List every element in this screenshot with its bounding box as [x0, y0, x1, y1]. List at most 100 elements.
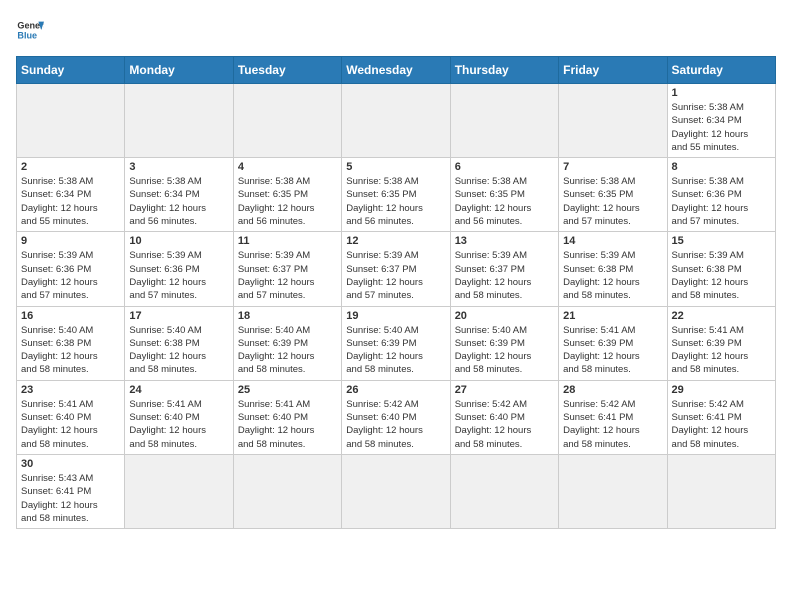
day-info: Sunrise: 5:41 AM Sunset: 6:39 PM Dayligh…: [672, 324, 771, 377]
calendar-cell: [125, 454, 233, 528]
calendar-week-row: 16 Sunrise: 5:40 AM Sunset: 6:38 PM Dayli…: [17, 306, 776, 380]
calendar-cell: 3 Sunrise: 5:38 AM Sunset: 6:34 PM Daylig…: [125, 158, 233, 232]
calendar-cell: [559, 454, 667, 528]
calendar-cell: 6 Sunrise: 5:38 AM Sunset: 6:35 PM Daylig…: [450, 158, 558, 232]
calendar-cell: 2 Sunrise: 5:38 AM Sunset: 6:34 PM Daylig…: [17, 158, 125, 232]
calendar-cell: 24 Sunrise: 5:41 AM Sunset: 6:40 PM Dayli…: [125, 380, 233, 454]
day-info: Sunrise: 5:40 AM Sunset: 6:38 PM Dayligh…: [21, 324, 120, 377]
calendar-cell: 30 Sunrise: 5:43 AM Sunset: 6:41 PM Dayli…: [17, 454, 125, 528]
calendar-cell: 28Sunrise: 5:42 AM Sunset: 6:41 PM Dayli…: [559, 380, 667, 454]
day-number: 6: [455, 161, 554, 173]
calendar-cell: 26 Sunrise: 5:42 AM Sunset: 6:40 PM Dayli…: [342, 380, 450, 454]
calendar-cell: 17 Sunrise: 5:40 AM Sunset: 6:38 PM Dayli…: [125, 306, 233, 380]
day-info: Sunrise: 5:39 AM Sunset: 6:38 PM Dayligh…: [563, 249, 662, 302]
day-info: Sunrise: 5:42 AM Sunset: 6:40 PM Dayligh…: [455, 398, 554, 451]
day-info: Sunrise: 5:38 AM Sunset: 6:34 PM Dayligh…: [21, 175, 120, 228]
calendar-cell: [559, 84, 667, 158]
day-info: Sunrise: 5:39 AM Sunset: 6:36 PM Dayligh…: [21, 249, 120, 302]
day-info: Sunrise: 5:39 AM Sunset: 6:38 PM Dayligh…: [672, 249, 771, 302]
calendar-cell: [17, 84, 125, 158]
calendar-cell: 21Sunrise: 5:41 AM Sunset: 6:39 PM Dayli…: [559, 306, 667, 380]
day-info: Sunrise: 5:38 AM Sunset: 6:35 PM Dayligh…: [346, 175, 445, 228]
calendar-header-row: SundayMondayTuesdayWednesdayThursdayFrid…: [17, 57, 776, 84]
calendar-cell: [450, 84, 558, 158]
day-info: Sunrise: 5:41 AM Sunset: 6:39 PM Dayligh…: [563, 324, 662, 377]
day-number: 2: [21, 161, 120, 173]
day-info: Sunrise: 5:38 AM Sunset: 6:35 PM Dayligh…: [455, 175, 554, 228]
day-number: 18: [238, 310, 337, 322]
day-info: Sunrise: 5:38 AM Sunset: 6:34 PM Dayligh…: [129, 175, 228, 228]
day-number: 19: [346, 310, 445, 322]
day-number: 20: [455, 310, 554, 322]
day-info: Sunrise: 5:42 AM Sunset: 6:41 PM Dayligh…: [672, 398, 771, 451]
calendar-week-row: 30 Sunrise: 5:43 AM Sunset: 6:41 PM Dayli…: [17, 454, 776, 528]
day-info: Sunrise: 5:40 AM Sunset: 6:39 PM Dayligh…: [238, 324, 337, 377]
day-info: Sunrise: 5:41 AM Sunset: 6:40 PM Dayligh…: [129, 398, 228, 451]
day-info: Sunrise: 5:42 AM Sunset: 6:40 PM Dayligh…: [346, 398, 445, 451]
day-number: 17: [129, 310, 228, 322]
day-info: Sunrise: 5:39 AM Sunset: 6:37 PM Dayligh…: [455, 249, 554, 302]
svg-text:Blue: Blue: [17, 30, 37, 40]
calendar-cell: 19 Sunrise: 5:40 AM Sunset: 6:39 PM Dayli…: [342, 306, 450, 380]
calendar-week-row: 2 Sunrise: 5:38 AM Sunset: 6:34 PM Daylig…: [17, 158, 776, 232]
day-info: Sunrise: 5:43 AM Sunset: 6:41 PM Dayligh…: [21, 472, 120, 525]
calendar-cell: 4 Sunrise: 5:38 AM Sunset: 6:35 PM Daylig…: [233, 158, 341, 232]
calendar-cell: 14 Sunrise: 5:39 AM Sunset: 6:38 PM Dayli…: [559, 232, 667, 306]
calendar-cell: 9Sunrise: 5:39 AM Sunset: 6:36 PM Daylig…: [17, 232, 125, 306]
day-number: 28: [563, 384, 662, 396]
day-number: 16: [21, 310, 120, 322]
calendar-table: SundayMondayTuesdayWednesdayThursdayFrid…: [16, 56, 776, 529]
day-number: 10: [129, 235, 228, 247]
day-info: Sunrise: 5:39 AM Sunset: 6:36 PM Dayligh…: [129, 249, 228, 302]
calendar-cell: 15 Sunrise: 5:39 AM Sunset: 6:38 PM Dayli…: [667, 232, 775, 306]
column-header-thursday: Thursday: [450, 57, 558, 84]
page-header: General Blue: [16, 16, 776, 44]
calendar-cell: 16 Sunrise: 5:40 AM Sunset: 6:38 PM Dayli…: [17, 306, 125, 380]
calendar-cell: 22 Sunrise: 5:41 AM Sunset: 6:39 PM Dayli…: [667, 306, 775, 380]
day-number: 12: [346, 235, 445, 247]
day-number: 15: [672, 235, 771, 247]
day-number: 14: [563, 235, 662, 247]
column-header-wednesday: Wednesday: [342, 57, 450, 84]
day-number: 26: [346, 384, 445, 396]
day-info: Sunrise: 5:39 AM Sunset: 6:37 PM Dayligh…: [346, 249, 445, 302]
calendar-cell: [342, 84, 450, 158]
calendar-cell: [233, 454, 341, 528]
calendar-cell: 7Sunrise: 5:38 AM Sunset: 6:35 PM Daylig…: [559, 158, 667, 232]
day-number: 30: [21, 458, 120, 470]
calendar-cell: [450, 454, 558, 528]
day-number: 3: [129, 161, 228, 173]
column-header-monday: Monday: [125, 57, 233, 84]
column-header-tuesday: Tuesday: [233, 57, 341, 84]
day-info: Sunrise: 5:40 AM Sunset: 6:39 PM Dayligh…: [346, 324, 445, 377]
calendar-cell: 20 Sunrise: 5:40 AM Sunset: 6:39 PM Dayli…: [450, 306, 558, 380]
day-number: 5: [346, 161, 445, 173]
logo: General Blue: [16, 16, 44, 44]
column-header-sunday: Sunday: [17, 57, 125, 84]
day-info: Sunrise: 5:40 AM Sunset: 6:39 PM Dayligh…: [455, 324, 554, 377]
day-number: 22: [672, 310, 771, 322]
day-number: 4: [238, 161, 337, 173]
calendar-cell: 29 Sunrise: 5:42 AM Sunset: 6:41 PM Dayli…: [667, 380, 775, 454]
day-number: 1: [672, 87, 771, 99]
day-info: Sunrise: 5:39 AM Sunset: 6:37 PM Dayligh…: [238, 249, 337, 302]
day-number: 23: [21, 384, 120, 396]
day-info: Sunrise: 5:38 AM Sunset: 6:35 PM Dayligh…: [238, 175, 337, 228]
day-info: Sunrise: 5:38 AM Sunset: 6:36 PM Dayligh…: [672, 175, 771, 228]
day-number: 24: [129, 384, 228, 396]
calendar-cell: [667, 454, 775, 528]
day-info: Sunrise: 5:40 AM Sunset: 6:38 PM Dayligh…: [129, 324, 228, 377]
day-number: 11: [238, 235, 337, 247]
calendar-cell: 13Sunrise: 5:39 AM Sunset: 6:37 PM Dayli…: [450, 232, 558, 306]
calendar-cell: 23Sunrise: 5:41 AM Sunset: 6:40 PM Dayli…: [17, 380, 125, 454]
calendar-cell: 27Sunrise: 5:42 AM Sunset: 6:40 PM Dayli…: [450, 380, 558, 454]
generalblue-logo-icon: General Blue: [16, 16, 44, 44]
day-number: 8: [672, 161, 771, 173]
day-number: 25: [238, 384, 337, 396]
day-number: 7: [563, 161, 662, 173]
day-number: 29: [672, 384, 771, 396]
calendar-cell: [125, 84, 233, 158]
day-info: Sunrise: 5:38 AM Sunset: 6:34 PM Dayligh…: [672, 101, 771, 154]
calendar-week-row: 23 Sunrise: 5:41 AM Sunset: 6:40 PM Dayli…: [17, 380, 776, 454]
calendar-cell: 5 Sunrise: 5:38 AM Sunset: 6:35 PM Daylig…: [342, 158, 450, 232]
